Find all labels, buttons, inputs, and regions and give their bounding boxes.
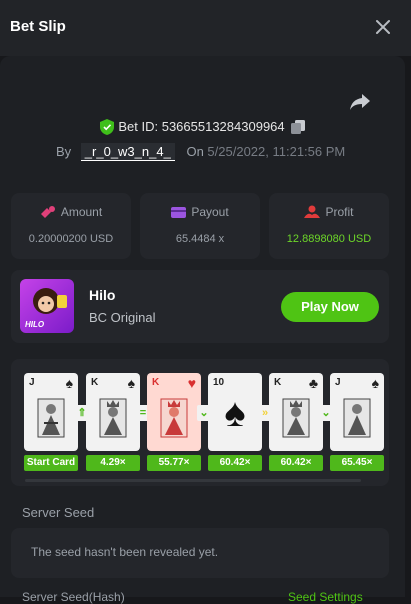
card-caption: 60.42× — [269, 455, 323, 471]
page-title: Bet Slip — [10, 18, 66, 35]
bet-date: 5/25/2022, 11:21:56 PM — [207, 144, 346, 159]
card-caption: 60.42× — [208, 455, 262, 471]
card-caption: 65.45× — [330, 455, 384, 471]
card-caption: Start Card — [24, 455, 78, 471]
card-caption: 55.77× — [147, 455, 201, 471]
card-6: J ♠ — [330, 373, 384, 451]
card-rank: J — [29, 377, 35, 388]
game-thumbnail[interactable]: HILO — [20, 279, 74, 333]
profit-icon — [304, 205, 321, 218]
card-4: 10 ♠ — [208, 373, 262, 451]
jack-figure-icon — [37, 398, 65, 438]
king-figure-icon — [160, 398, 188, 438]
spade-icon: ♠ — [371, 375, 379, 391]
game-subtitle: BC Original — [89, 310, 156, 325]
username-link[interactable]: _r_0_w3_n_4_ — [80, 143, 175, 161]
bet-by-row: By _r_0_w3_n_4_ On 5/25/2022, 11:21:56 P… — [56, 143, 346, 162]
game-card: HILO Hilo BC Original Play Now — [11, 270, 389, 343]
amount-label: Amount — [60, 205, 103, 219]
share-icon[interactable] — [348, 92, 372, 112]
card-3: K ♥ — [147, 373, 201, 451]
game-name: Hilo — [89, 287, 116, 303]
bet-id-row: Bet ID: 53665513284309964 — [0, 118, 405, 138]
card-rank: K — [274, 377, 282, 388]
shield-check-icon — [100, 118, 115, 135]
profit-label: Profit — [325, 205, 354, 219]
card-5: K ♣ — [269, 373, 323, 451]
payout-box: Payout 65.4484 x — [140, 193, 260, 259]
card-1: J ♠ — [24, 373, 78, 451]
close-icon[interactable] — [372, 16, 394, 38]
bet-id-value: 53665513284309964 — [161, 119, 285, 135]
payout-label: Payout — [191, 205, 229, 219]
server-seed-hash-label: Server Seed(Hash) — [22, 590, 125, 604]
spade-icon: ♠ — [127, 375, 135, 391]
profit-value: 12.8898080 USD — [286, 233, 372, 245]
profit-box: Profit 12.8898080 USD — [269, 193, 389, 259]
amount-value: 0.20000200 USD — [28, 233, 114, 245]
by-label: By — [56, 144, 72, 159]
game-thumb-label: HILO — [25, 320, 45, 329]
server-seed-label: Server Seed — [22, 505, 95, 520]
cards-history: J ♠ Start Card ⇑ K ♠ 4.29× = K ♥ 55.77× … — [11, 359, 389, 486]
card-2: K ♠ — [86, 373, 140, 451]
card-rank: K — [91, 377, 99, 388]
bet-id-label: Bet ID: — [118, 119, 159, 135]
server-seed-placeholder: The seed hasn't been revealed yet. — [31, 545, 219, 559]
wallet-icon — [171, 207, 187, 218]
jack-figure-icon — [343, 398, 371, 438]
payout-value: 65.4484 x — [175, 233, 225, 245]
seed-settings-link[interactable]: Seed Settings — [288, 590, 363, 604]
coins-icon — [40, 206, 55, 218]
club-icon: ♣ — [308, 375, 318, 391]
heart-icon: ♥ — [187, 375, 196, 391]
king-figure-icon — [99, 398, 127, 438]
on-label: On — [186, 144, 204, 159]
amount-box: Amount 0.20000200 USD — [11, 193, 131, 259]
spade-icon: ♠ — [65, 375, 73, 391]
server-seed-field[interactable]: The seed hasn't been revealed yet. — [11, 528, 389, 578]
card-rank: J — [335, 377, 341, 388]
king-figure-icon — [282, 398, 310, 438]
header: Bet Slip — [0, 0, 411, 56]
play-now-button[interactable]: Play Now — [281, 292, 379, 322]
copy-icon[interactable] — [290, 119, 305, 134]
spade-icon: ♠ — [224, 391, 246, 435]
horizontal-scrollbar[interactable] — [25, 479, 361, 482]
card-caption: 4.29× — [86, 455, 140, 471]
card-rank: K — [152, 377, 160, 388]
card-rank: 10 — [213, 377, 225, 388]
